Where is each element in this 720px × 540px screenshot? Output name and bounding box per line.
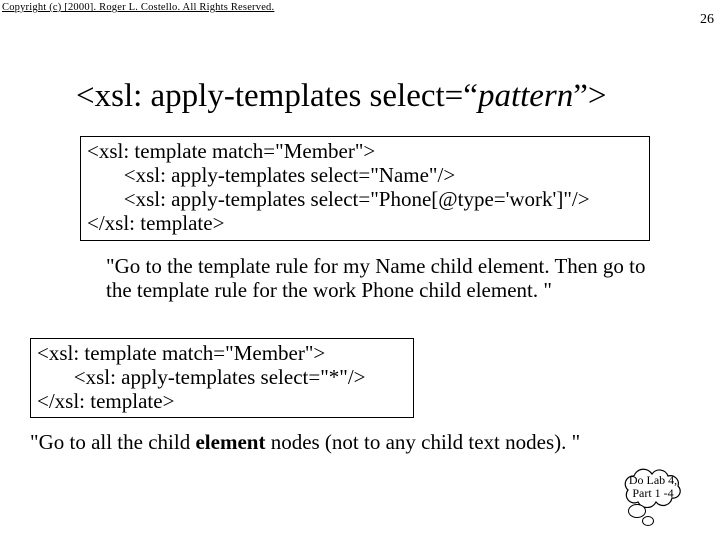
code-example-2: <xsl: template match="Member"> <xsl: app… (30, 338, 414, 418)
slide-title: <xsl: apply-templates select=“pattern”> (76, 78, 607, 115)
page-number: 26 (700, 12, 714, 28)
cloud-callout: Do Lab 4, Part 1 -4 (616, 468, 690, 508)
explanation-1: "Go to the template rule for my Name chi… (106, 254, 646, 302)
explanation-2: "Go to all the child element nodes (not … (30, 430, 710, 454)
code-line: </xsl: template> (87, 211, 643, 235)
code-line: <xsl: apply-templates select="Name"/> (87, 163, 643, 187)
code-line: <xsl: template match="Member"> (37, 341, 407, 365)
cloud-text: Do Lab 4, Part 1 -4 (616, 474, 690, 500)
explanation-2-bold: element (195, 430, 265, 454)
code-line: <xsl: apply-templates select="*"/> (37, 365, 407, 389)
code-line: <xsl: apply-templates select="Phone[@typ… (87, 187, 643, 211)
cloud-tail-bubble (628, 504, 646, 518)
explanation-2-post: nodes (not to any child text nodes). " (265, 430, 580, 454)
cloud-line2: Part 1 -4 (616, 487, 690, 500)
slide-page: Copyright (c) [2000]. Roger L. Costello.… (0, 0, 720, 540)
code-example-1: <xsl: template match="Member"> <xsl: app… (80, 136, 650, 241)
title-pattern: pattern (478, 78, 573, 114)
code-line: <xsl: template match="Member"> (87, 139, 643, 163)
code-line: </xsl: template> (37, 389, 407, 413)
title-prefix: <xsl: apply-templates select=“ (76, 78, 478, 114)
title-suffix: ”> (573, 78, 606, 114)
copyright-line: Copyright (c) [2000]. Roger L. Costello.… (2, 2, 274, 13)
cloud-tail-bubble (642, 516, 654, 526)
explanation-2-pre: "Go to all the child (30, 430, 195, 454)
